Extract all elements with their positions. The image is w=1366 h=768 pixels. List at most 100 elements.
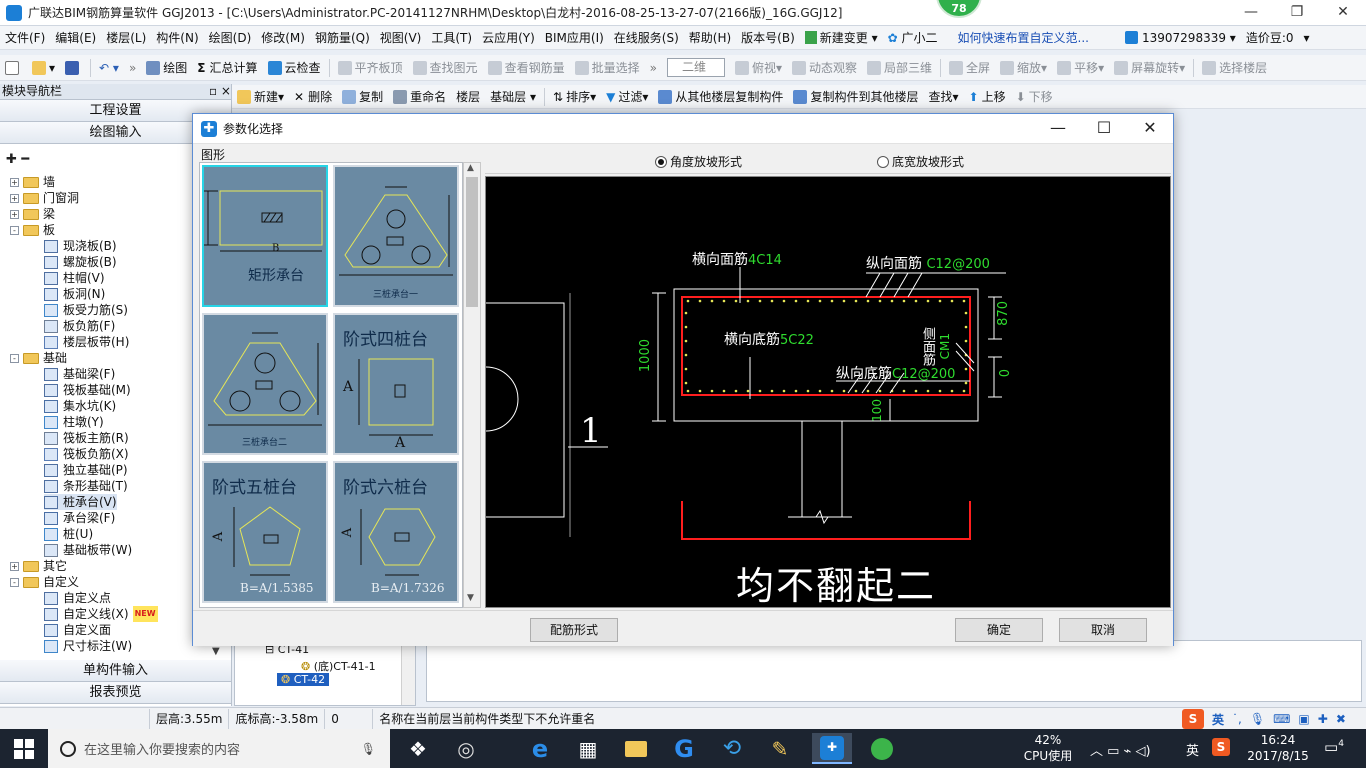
gallery-scrollbar[interactable]: ▲ ▼	[463, 162, 481, 608]
task-view-icon[interactable]: ❖	[398, 733, 438, 764]
radio-angle-slope[interactable]: 角度放坡形式	[655, 153, 742, 170]
radio-width-slope[interactable]: 底宽放坡形式	[877, 153, 964, 170]
cancel-button[interactable]: 取消	[1059, 618, 1147, 642]
ime-indicator[interactable]: 英	[1186, 740, 1199, 759]
taskbar-search[interactable]: 在这里输入你要搜索的内容 🎙	[48, 729, 390, 768]
notes-icon[interactable]: ✎	[760, 733, 800, 764]
copy-to-floor-button[interactable]: 复制构件到其他楼层	[788, 88, 923, 105]
menu-modify[interactable]: 修改(M)	[256, 29, 310, 46]
cpu-indicator[interactable]: 42% CPU使用	[1018, 732, 1078, 764]
collapse-icon[interactable]: -	[10, 577, 19, 587]
scroll-down-icon[interactable]: ▼	[467, 593, 474, 603]
tree-scroll-down-icon[interactable]: ▼	[212, 646, 220, 657]
tree-item[interactable]: 筏板负筋(X)	[44, 446, 129, 462]
tree-item[interactable]: 集水坑(K)	[44, 398, 116, 414]
collapse-icon[interactable]: -	[10, 225, 19, 235]
menu-rebar-qty[interactable]: 钢筋量(Q)	[310, 29, 375, 46]
copy-from-floor-button[interactable]: 从其他楼层复制构件	[653, 88, 788, 105]
zoom-button[interactable]: 缩放 ▾	[995, 59, 1052, 76]
tree-item[interactable]: 承台梁(F)	[44, 510, 115, 526]
ok-button[interactable]: 确定	[955, 618, 1043, 642]
topview-button[interactable]: 俯视 ▾	[730, 59, 787, 76]
tree-item[interactable]: 柱墩(Y)	[44, 414, 104, 430]
filter-button[interactable]: ▼ 过滤 ▾	[601, 88, 653, 105]
dialog-minimize-button[interactable]: —	[1035, 114, 1081, 144]
report-preview-button[interactable]: 报表预览	[0, 682, 231, 704]
tree-group[interactable]: - 基础	[10, 350, 67, 366]
edge-browser-icon[interactable]: e	[520, 733, 560, 764]
tray-icons[interactable]: ︿ ▭ ⌁ ◁)	[1090, 740, 1151, 759]
store-icon[interactable]: ▦	[568, 733, 608, 764]
expand-icon[interactable]: +	[10, 561, 19, 571]
collapse-icon[interactable]: -	[10, 353, 19, 363]
rename-button[interactable]: 重命名	[388, 88, 451, 105]
tile-stepped-four-pile[interactable]: 阶式四桩台 A A	[333, 313, 459, 455]
open-folder-icon[interactable]: ▾	[27, 60, 60, 75]
pan-button[interactable]: 平移 ▾	[1052, 59, 1109, 76]
cloud-check-button[interactable]: 云检查	[263, 59, 326, 76]
tile-three-pile-2[interactable]: 三桩承台二	[202, 313, 328, 455]
green-app-icon[interactable]	[862, 733, 902, 764]
tree-group[interactable]: + 门窗洞	[10, 190, 79, 206]
dialog-close-button[interactable]: ✕	[1127, 114, 1173, 144]
tree-item[interactable]: 自定义面	[44, 622, 111, 638]
expand-collapse-icons[interactable]: ✚ ━	[6, 152, 29, 167]
tree-item[interactable]: 桩(U)	[44, 526, 93, 542]
menu-tools[interactable]: 工具(T)	[426, 29, 477, 46]
new-component-button[interactable]: 新建 ▾	[232, 88, 289, 105]
app-swirl-icon[interactable]: ◎	[446, 733, 486, 764]
tree-group[interactable]: + 其它	[10, 558, 67, 574]
menu-version[interactable]: 版本号(B)	[736, 29, 800, 46]
minimize-button[interactable]: —	[1228, 0, 1274, 26]
select-floor-button[interactable]: 选择楼层	[1197, 59, 1272, 76]
find-button[interactable]: 查找 ▾	[923, 88, 963, 105]
menu-new-change[interactable]: 新建变更 ▾	[800, 29, 883, 46]
move-down-button[interactable]: ⬇ 下移	[1011, 88, 1058, 105]
user-account[interactable]: 13907298339 ▾	[1120, 30, 1241, 45]
close-button[interactable]: ✕	[1320, 0, 1366, 26]
tree-group[interactable]: -板	[10, 222, 55, 238]
menu-online[interactable]: 在线服务(S)	[609, 29, 684, 46]
menu-file[interactable]: 文件(F)	[0, 29, 50, 46]
tile-rect-cap[interactable]: B 矩形承台	[202, 165, 328, 307]
menu-component[interactable]: 构件(N)	[151, 29, 203, 46]
menu-help[interactable]: 帮助(H)	[684, 29, 736, 46]
batch-select-button[interactable]: 批量选择	[570, 59, 645, 76]
tree-item[interactable]: 柱帽(V)	[44, 270, 105, 286]
new-file-icon[interactable]	[0, 60, 27, 75]
move-up-button[interactable]: ⬆ 上移	[964, 88, 1011, 105]
scroll-up-icon[interactable]: ▲	[467, 163, 474, 173]
menu-cloud[interactable]: 云应用(Y)	[477, 29, 540, 46]
tree-item[interactable]: 自定义点	[44, 590, 111, 606]
tile-three-pile-1[interactable]: 三桩承台一	[333, 165, 459, 307]
view-rebar-button[interactable]: 查看钢筋量	[483, 59, 570, 76]
tree-item[interactable]: 基础板带(W)	[44, 542, 132, 558]
tree-item[interactable]: 筏板主筋(R)	[44, 430, 129, 446]
expand-icon[interactable]: +	[10, 193, 19, 203]
sum-button[interactable]: Σ 汇总计算	[192, 59, 262, 76]
expand-icon[interactable]: +	[10, 177, 19, 187]
tree-item[interactable]: 尺寸标注(W)	[44, 638, 132, 654]
restore-button[interactable]: ❐	[1274, 0, 1320, 26]
tree-item[interactable]: 板洞(N)	[44, 286, 105, 302]
screen-rotate-button[interactable]: 屏幕旋转 ▾	[1109, 59, 1190, 76]
expand-icon[interactable]: +	[10, 209, 19, 219]
undo-icon[interactable]: ↶ ▾	[94, 61, 124, 75]
tree-item[interactable]: 楼层板带(H)	[44, 334, 129, 350]
menu-draw[interactable]: 绘图(D)	[204, 29, 257, 46]
scrollbar-thumb[interactable]	[466, 177, 478, 307]
view-mode-select[interactable]: 二维	[662, 58, 730, 77]
microphone-icon[interactable]: 🎙	[361, 742, 376, 756]
clock[interactable]: 16:24 2017/8/15	[1240, 732, 1316, 764]
tree-item[interactable]: 自定义线(X) NEW	[44, 606, 158, 622]
pin-close-icons[interactable]: ▫ ×	[209, 84, 231, 99]
tree-group[interactable]: - 自定义	[10, 574, 79, 590]
tree-item[interactable]: 桩承台(V)	[44, 494, 117, 510]
action-center-icon[interactable]: ▭4	[1324, 738, 1344, 756]
menu-floor[interactable]: 楼层(L)	[101, 29, 151, 46]
list-scrollbar[interactable]	[401, 641, 415, 705]
floor-select[interactable]: 基础层 ▾	[485, 88, 541, 105]
tree-item[interactable]: 板负筋(F)	[44, 318, 115, 334]
menu-view[interactable]: 视图(V)	[375, 29, 427, 46]
list-item-selected[interactable]: ❂ CT-42	[277, 673, 330, 686]
